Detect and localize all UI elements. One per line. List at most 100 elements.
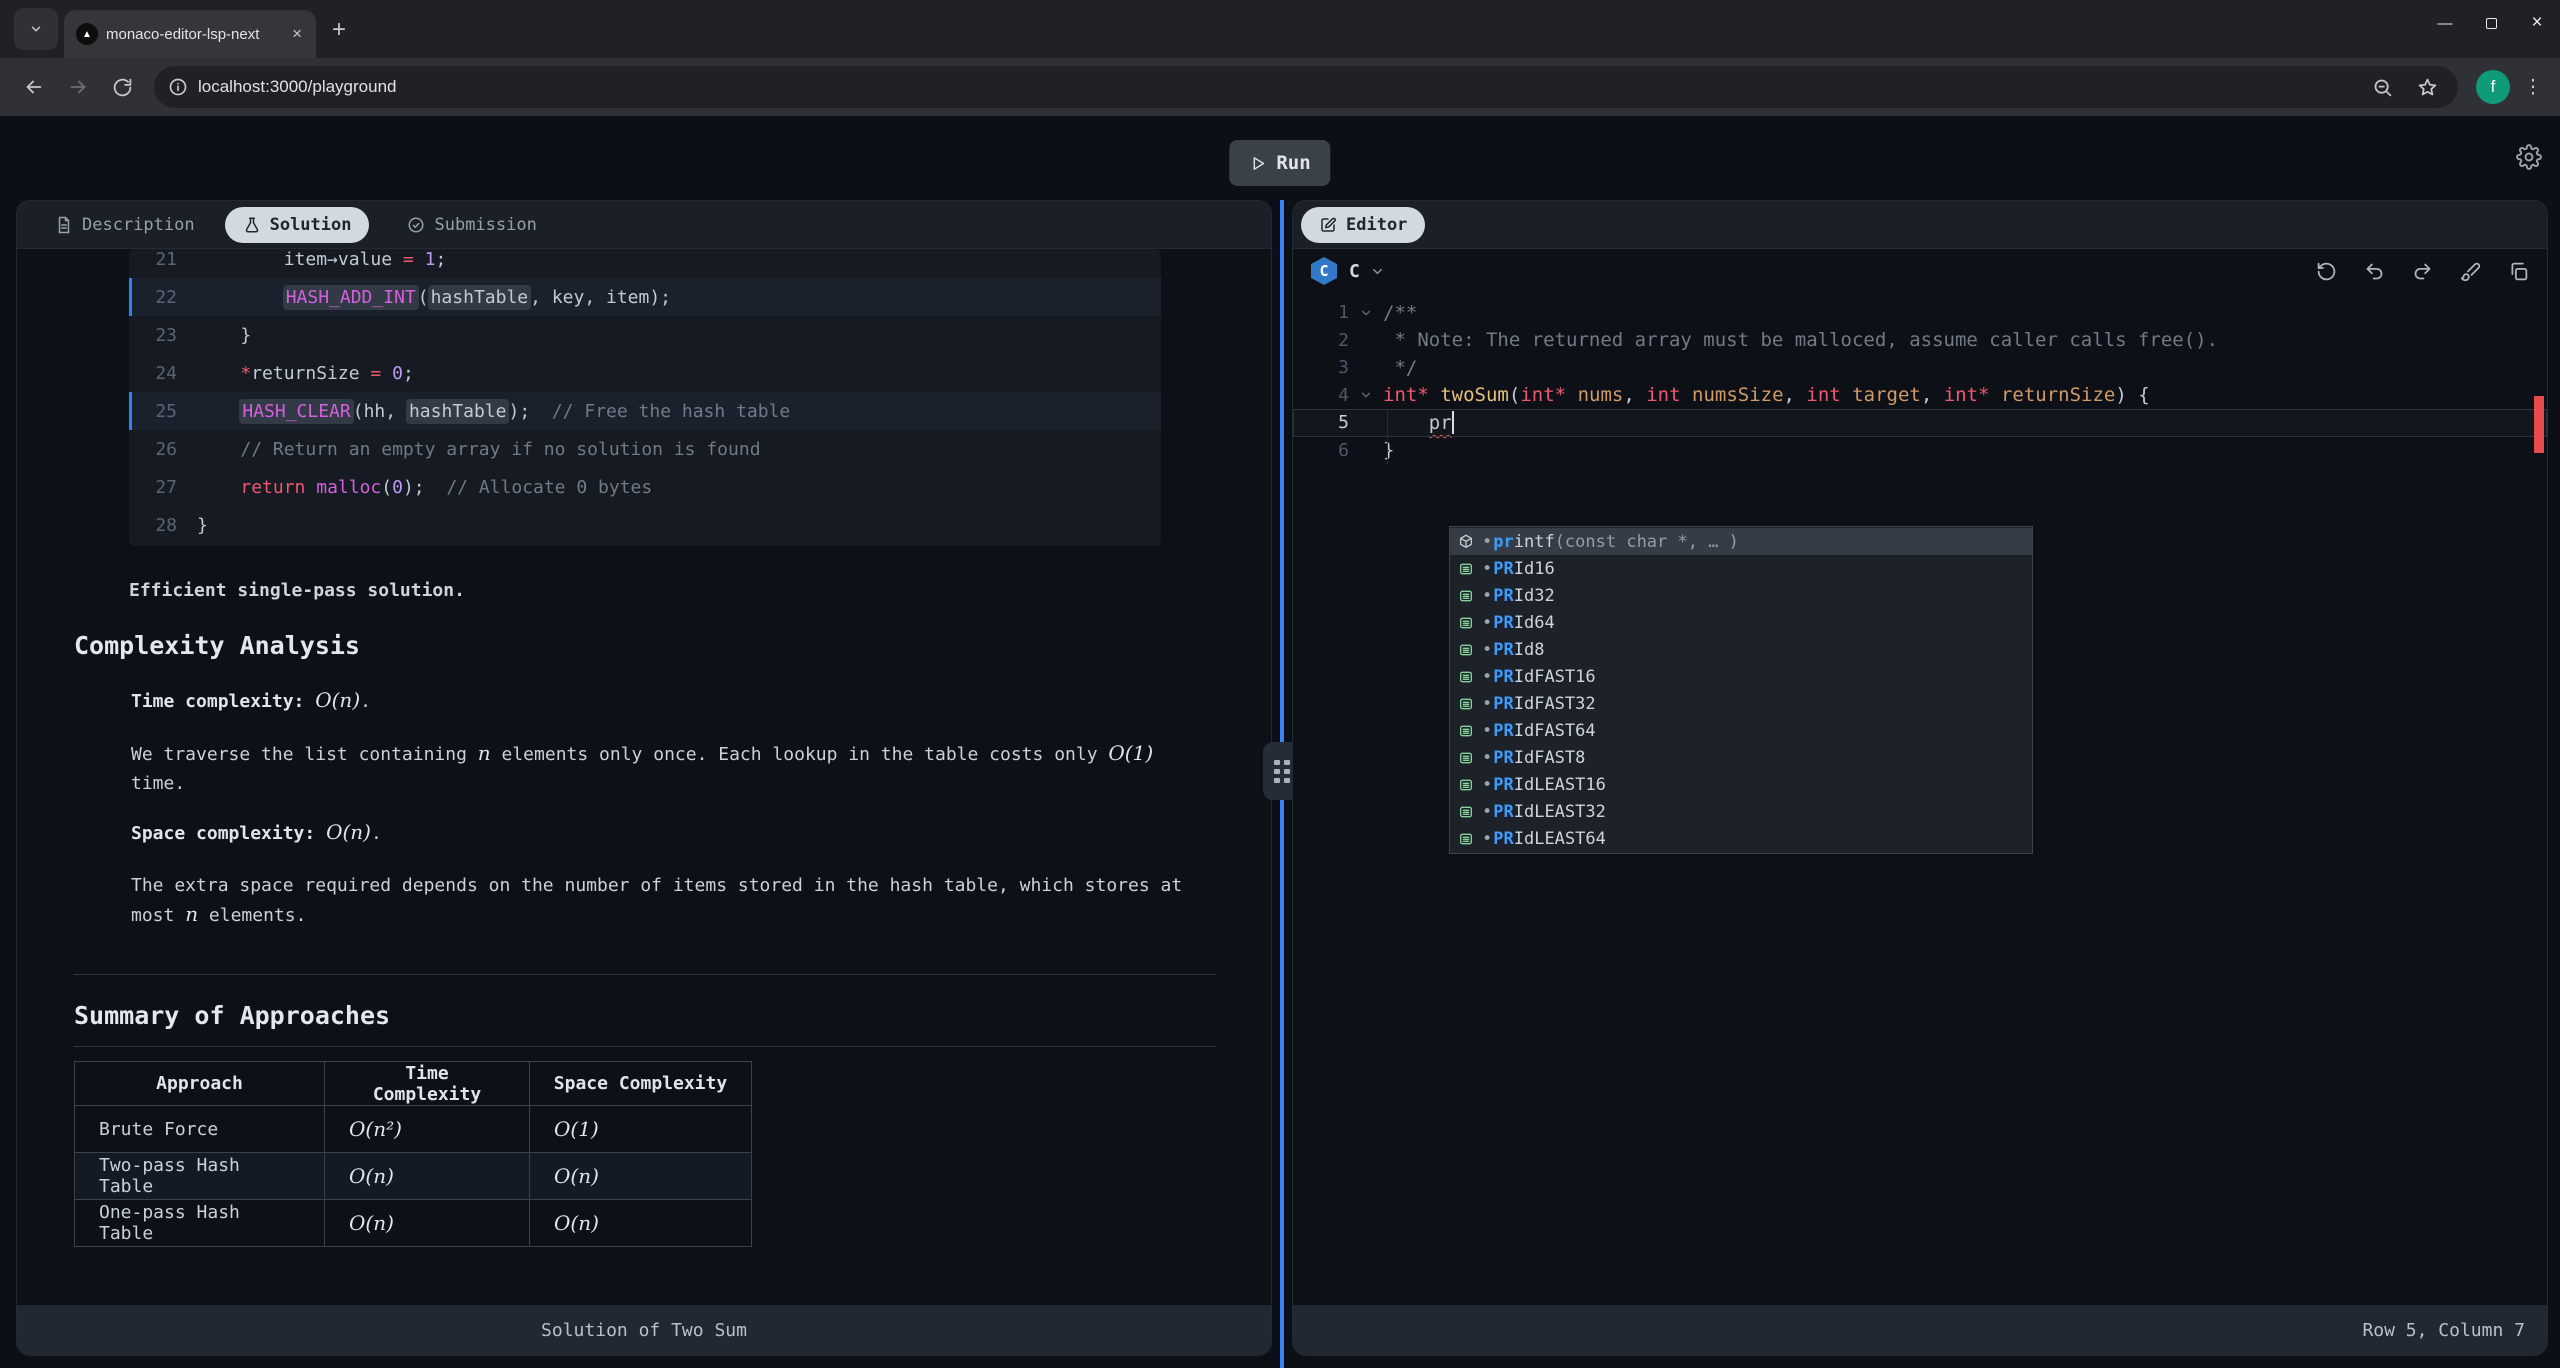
forward-arrow-icon — [67, 76, 89, 98]
page-info-button[interactable] — [168, 77, 188, 97]
grip-dots-icon — [1274, 760, 1290, 783]
autocomplete-item[interactable]: •PRId32 — [1450, 582, 2032, 609]
maximize-button[interactable] — [2468, 0, 2514, 46]
language-label: C — [1349, 261, 1360, 282]
editor-toolbar: C C — [1293, 249, 2547, 293]
reset-icon — [2316, 261, 2337, 282]
autocomplete-item[interactable]: •PRIdLEAST64 — [1450, 825, 2032, 852]
profile-avatar-button[interactable]: f — [2476, 70, 2510, 104]
fold-chevron-icon[interactable] — [1349, 388, 1383, 402]
fold-chevron-icon[interactable] — [1349, 306, 1383, 320]
constant-kind-icon — [1457, 641, 1475, 659]
function-kind-icon — [1457, 533, 1475, 551]
zoom-indicator-button[interactable] — [2372, 77, 2393, 98]
tab-search-button[interactable] — [14, 8, 58, 50]
autocomplete-item[interactable]: •PRId8 — [1450, 636, 2032, 663]
table-cell: Brute Force — [75, 1106, 325, 1153]
format-button[interactable] — [2460, 261, 2481, 282]
solution-content: 21 item→value = 1;22 HASH_ADD_INT(hashTa… — [17, 249, 1271, 1305]
editor-line[interactable]: 5 pr — [1293, 409, 2547, 437]
tab-description[interactable]: Description — [55, 215, 195, 235]
language-selector[interactable] — [1370, 264, 1385, 279]
text-cursor — [1452, 411, 1454, 434]
code-line: 22 HASH_ADD_INT(hashTable, key, item); — [129, 278, 1161, 316]
editor-line[interactable]: 3 */ — [1293, 354, 2547, 382]
star-icon — [2417, 77, 2438, 98]
editor-actions — [2316, 261, 2529, 282]
autocomplete-item[interactable]: •PRId16 — [1450, 555, 2032, 582]
autocomplete-item[interactable]: •PRIdFAST64 — [1450, 717, 2032, 744]
settings-button[interactable] — [2516, 144, 2542, 170]
editor-line[interactable]: 4int* twoSum(int* nums, int numsSize, in… — [1293, 382, 2547, 410]
section-divider — [74, 974, 1215, 975]
constant-kind-icon — [1457, 722, 1475, 740]
minimize-button[interactable]: — — [2422, 0, 2468, 46]
code-editor[interactable]: 1/**2 * Note: The returned array must be… — [1293, 293, 2547, 1305]
undo-icon — [2364, 261, 2385, 282]
maximize-icon — [2486, 18, 2497, 29]
autocomplete-item[interactable]: •PRIdLEAST16 — [1450, 771, 2032, 798]
time-complexity-math: O(n) — [315, 688, 360, 712]
constant-kind-icon — [1457, 776, 1475, 794]
gear-icon — [2516, 144, 2542, 170]
table-row: One-pass Hash TableO(n)O(n) — [75, 1200, 752, 1247]
complexity-heading: Complexity Analysis — [74, 631, 1215, 660]
chevron-down-icon — [29, 22, 43, 36]
reset-button[interactable] — [2316, 261, 2337, 282]
problem-panel: Description Solution Submission 21 item→… — [16, 200, 1272, 1356]
editor-tab-label: Editor — [1346, 215, 1407, 235]
tab-solution[interactable]: Solution — [225, 207, 370, 243]
constant-kind-icon — [1457, 830, 1475, 848]
document-icon — [55, 216, 73, 234]
editor-line[interactable]: 1/** — [1293, 299, 2547, 327]
editor-tab[interactable]: Editor — [1301, 207, 1425, 243]
redo-button[interactable] — [2412, 261, 2433, 282]
solution-note: Efficient single-pass solution. — [129, 580, 1215, 601]
summary-heading: Summary of Approaches — [74, 1001, 1215, 1047]
space-complexity-paragraph: The extra space required depends on the … — [131, 871, 1206, 930]
time-complexity-line: Time complexity: O(n). — [131, 686, 1215, 716]
constant-kind-icon — [1457, 668, 1475, 686]
editor-line[interactable]: 2 * Note: The returned array must be mal… — [1293, 327, 2547, 355]
chevron-down-icon — [1370, 264, 1385, 279]
time-complexity-paragraph: We traverse the list containing n elemen… — [131, 739, 1206, 798]
copy-button[interactable] — [2508, 261, 2529, 282]
reload-icon — [112, 77, 133, 98]
autocomplete-item[interactable]: •PRId64 — [1450, 609, 2032, 636]
autocomplete-item[interactable]: •PRIdFAST32 — [1450, 690, 2032, 717]
autocomplete-item[interactable]: •printf(const char *, … ) — [1450, 528, 2032, 555]
autocomplete-item[interactable]: •PRIdFAST16 — [1450, 663, 2032, 690]
tab-close-button[interactable]: × — [288, 24, 306, 44]
forward-button[interactable] — [60, 69, 96, 105]
url-text[interactable]: localhost:3000/playground — [198, 77, 2360, 97]
code-line: 26 // Return an empty array if no soluti… — [129, 430, 1161, 468]
autocomplete-item[interactable]: •PRIdFAST8 — [1450, 744, 2032, 771]
code-line: 21 item→value = 1; — [129, 249, 1161, 278]
close-button[interactable]: × — [2514, 0, 2560, 46]
c-language-icon: C — [1311, 257, 1337, 285]
browser-menu-button[interactable]: ⋮ — [2518, 76, 2548, 99]
table-cell: O(1) — [530, 1106, 752, 1153]
browser-tab[interactable]: ▲ monaco-editor-lsp-next × — [64, 10, 316, 58]
flask-icon — [243, 216, 261, 234]
run-button[interactable]: Run — [1229, 140, 1330, 186]
code-line: 24 *returnSize = 0; — [129, 354, 1161, 392]
tab-submission[interactable]: Submission — [407, 215, 536, 235]
table-header: Time Complexity — [325, 1062, 530, 1106]
editor-line[interactable]: 6} — [1293, 437, 2547, 465]
autocomplete-popup: •printf(const char *, … )•PRId16•PRId32•… — [1449, 526, 2033, 854]
browser-chrome: ▲ monaco-editor-lsp-next × + — × localho… — [0, 0, 2560, 116]
undo-button[interactable] — [2364, 261, 2385, 282]
bookmark-star-button[interactable] — [2417, 77, 2438, 98]
constant-kind-icon — [1457, 749, 1475, 767]
back-button[interactable] — [16, 69, 52, 105]
editor-panel-header: Editor — [1293, 201, 2547, 249]
tab-solution-label: Solution — [270, 215, 352, 235]
paintbrush-icon — [2460, 261, 2481, 282]
address-bar[interactable]: localhost:3000/playground — [154, 66, 2458, 108]
playground-app: Run Description Solution Submission 21 i… — [0, 116, 2560, 1368]
autocomplete-item[interactable]: •PRIdLEAST32 — [1450, 798, 2032, 825]
reload-button[interactable] — [104, 69, 140, 105]
new-tab-button[interactable]: + — [332, 16, 346, 44]
site-favicon-icon: ▲ — [76, 23, 98, 45]
